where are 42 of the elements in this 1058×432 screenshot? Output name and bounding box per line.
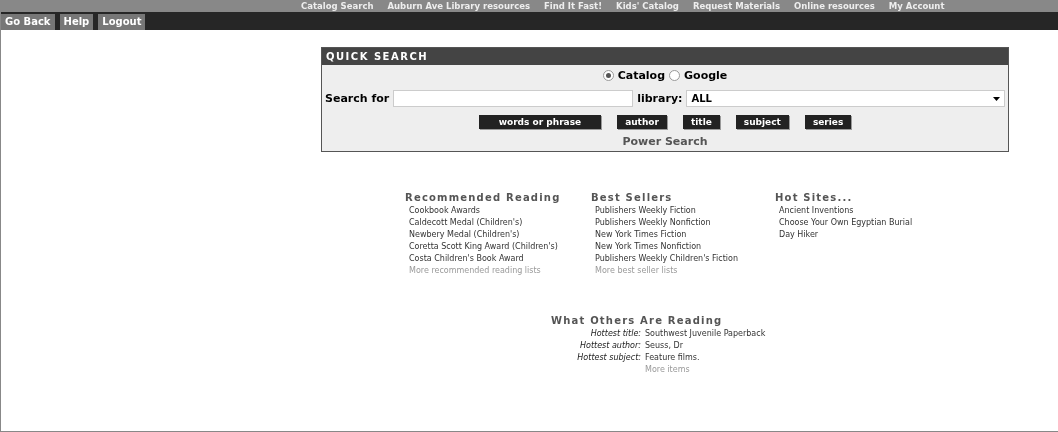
panel-title: QUICK SEARCH bbox=[322, 48, 1008, 65]
list-link[interactable]: Newbery Medal (Children's) bbox=[405, 230, 583, 239]
search-label: Search for bbox=[325, 92, 390, 105]
list-link[interactable]: New York Times Fiction bbox=[591, 230, 767, 239]
list-link[interactable]: New York Times Nonfiction bbox=[591, 242, 767, 251]
search-button[interactable]: words or phrase bbox=[478, 115, 602, 129]
search-field[interactable] bbox=[393, 90, 634, 107]
list-heading: Hot Sites... bbox=[775, 192, 854, 203]
search-button[interactable]: title bbox=[682, 115, 720, 129]
radio-button[interactable] bbox=[669, 70, 681, 81]
list-link[interactable]: Publishers Weekly Fiction bbox=[591, 206, 767, 215]
nav-tab[interactable]: Go Back bbox=[1, 14, 55, 30]
list-link[interactable]: Costa Children's Book Award bbox=[405, 254, 583, 263]
caret-icon bbox=[993, 96, 1000, 101]
list-link[interactable]: Coretta Scott King Award (Children's) bbox=[405, 242, 583, 251]
search-button[interactable]: subject bbox=[735, 115, 789, 129]
list-link[interactable]: Publishers Weekly Nonfiction bbox=[591, 218, 767, 227]
list-link[interactable]: Publishers Weekly Children's Fiction bbox=[591, 254, 767, 263]
section-heading: What Others Are Reading bbox=[551, 315, 724, 326]
field-label: Hottest subject: bbox=[576, 353, 641, 362]
search-button[interactable]: author bbox=[617, 115, 667, 129]
library-select[interactable]: ALL bbox=[686, 90, 1005, 107]
field-label: Hottest author: bbox=[579, 341, 641, 350]
field-label: Hottest title: bbox=[589, 329, 641, 338]
field-link[interactable]: Southwest Juvenile Paperback bbox=[645, 329, 1058, 338]
nav-tab[interactable]: Help bbox=[59, 14, 94, 30]
radio-button[interactable] bbox=[602, 70, 614, 81]
nav-tab[interactable]: Logout bbox=[98, 14, 146, 30]
radio-label: Google bbox=[684, 69, 728, 82]
library-label: library: bbox=[637, 92, 683, 105]
list-link[interactable]: Choose Your Own Egyptian Burial bbox=[775, 218, 975, 227]
list-link[interactable]: Cookbook Awards bbox=[405, 206, 583, 215]
field-link[interactable]: Seuss, Dr bbox=[645, 341, 1058, 350]
radio-label: Catalog bbox=[617, 69, 666, 82]
list-link[interactable]: Caldecott Medal (Children's) bbox=[405, 218, 583, 227]
list-heading: Best Sellers bbox=[591, 192, 674, 203]
search-button[interactable]: series bbox=[804, 115, 852, 129]
field-link[interactable]: Feature films. bbox=[645, 353, 1058, 362]
list-heading: Recommended Reading bbox=[405, 192, 562, 203]
list-link[interactable]: Ancient Inventions bbox=[775, 206, 975, 215]
power-search-link[interactable]: Power Search bbox=[322, 133, 1008, 151]
list-link[interactable]: Day Hiker bbox=[775, 230, 975, 239]
